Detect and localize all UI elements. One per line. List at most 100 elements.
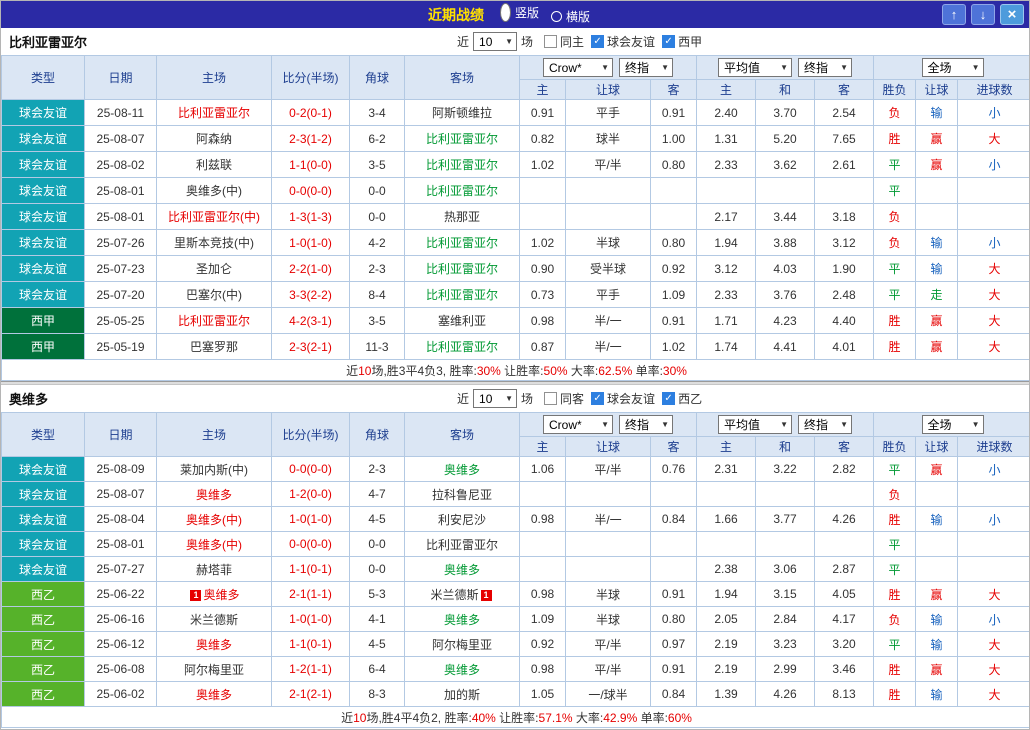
handicap-result-cell (916, 204, 958, 230)
team-name-text: 拉科鲁尼亚 (432, 488, 492, 502)
score-cell: 1-1(0-0) (272, 152, 350, 178)
euro-stage-select[interactable]: 终指▼ (798, 415, 852, 434)
column-header: 主场 (157, 413, 272, 457)
date-cell: 25-07-23 (85, 256, 157, 282)
league-type-cell: 西乙 (2, 632, 85, 657)
league-type-cell: 球会友谊 (2, 100, 85, 126)
result-cell: 平 (874, 178, 916, 204)
team-name-text: 米兰德斯 (190, 613, 238, 627)
checkbox-icon[interactable]: ✓ (662, 35, 675, 48)
chevron-down-icon: ▼ (840, 63, 848, 72)
asia-away-odds-cell: 1.00 (651, 126, 697, 152)
asia-handicap-cell (566, 557, 651, 582)
team-name-text: 奥维多 (444, 563, 480, 577)
date-cell: 25-06-08 (85, 657, 157, 682)
view-mode-radio-vertical[interactable]: 竖版 (500, 3, 539, 22)
recent-count-select[interactable]: 10▼ (473, 32, 517, 51)
checkbox-icon[interactable]: ✓ (591, 35, 604, 48)
euro-home-odds-cell: 2.40 (697, 100, 756, 126)
asia-handicap-cell: 一/球半 (566, 682, 651, 707)
asia-handicap-cell: 平手 (566, 100, 651, 126)
home-team-cell: 利兹联 (157, 152, 272, 178)
summary-segment: 让胜率: (501, 364, 544, 378)
summary-segment: 30% (663, 364, 687, 378)
filter-checkbox-league[interactable]: ✓西甲 (662, 33, 702, 50)
checkbox-icon[interactable] (544, 35, 557, 48)
scope-select[interactable]: 全场▼ (922, 415, 984, 434)
recent-count-select-value: 10 (479, 35, 492, 49)
euro-company-select[interactable]: 平均值▼ (718, 415, 792, 434)
team-name-text: 利兹联 (196, 158, 232, 172)
team-name-text: 米兰德斯 (430, 588, 478, 602)
scope-select[interactable]: 全场▼ (922, 58, 984, 77)
results-table: 类型日期主场比分(半场)角球客场Crow*▼终指▼平均值▼终指▼全场▼主让球客主… (1, 412, 1030, 728)
filter-checkbox-club-friendly[interactable]: ✓球会友谊 (591, 33, 655, 50)
team-name-text: 奥维多 (196, 638, 232, 652)
league-type-cell: 西甲 (2, 334, 85, 360)
asia-home-odds-cell: 0.73 (520, 282, 566, 308)
home-team-cell: 奥维多(中) (157, 507, 272, 532)
checkbox-icon[interactable] (544, 392, 557, 405)
asia-company-select-value: Crow* (549, 418, 582, 432)
games-label: 场 (521, 390, 533, 407)
filter-checkbox-league[interactable]: ✓西乙 (662, 390, 702, 407)
result-cell: 负 (874, 482, 916, 507)
goals-result-cell: 小 (958, 457, 1030, 482)
summary-segment: 单率: (637, 711, 668, 725)
euro-home-odds-cell: 2.33 (697, 282, 756, 308)
sub-column-header: 胜负 (874, 80, 916, 100)
sub-column-header: 和 (756, 80, 815, 100)
filter-checkbox-club-friendly[interactable]: ✓球会友谊 (591, 390, 655, 407)
filter-bar: 近10▼场同主✓球会友谊✓西甲 (453, 28, 702, 55)
table-row: 球会友谊25-08-01奥维多(中)0-0(0-0)0-0比利亚雷亚尔平 (2, 178, 1030, 204)
recent-results-panel: 近期战绩 竖版横版 ↑ ↓ × 比利亚雷亚尔近10▼场同主✓球会友谊✓西甲类型日… (0, 0, 1030, 730)
asia-stage-select[interactable]: 终指▼ (619, 58, 673, 77)
goals-result-cell: 大 (958, 632, 1030, 657)
asia-company-select[interactable]: Crow*▼ (543, 58, 613, 77)
euro-draw-odds-cell (756, 532, 815, 557)
asia-stage-select[interactable]: 终指▼ (619, 415, 673, 434)
home-team-cell: 阿森纳 (157, 126, 272, 152)
sub-column-header: 进球数 (958, 437, 1030, 457)
asia-stage-select-value: 终指 (625, 59, 649, 76)
filter-checkbox-same-away[interactable]: 同客 (544, 390, 584, 407)
table-row: 球会友谊25-08-09莱加内斯(中)0-0(0-0)2-3奥维多1.06平/半… (2, 457, 1030, 482)
asia-away-odds-cell: 0.76 (651, 457, 697, 482)
date-cell: 25-06-22 (85, 582, 157, 607)
filter-checkbox-same-home[interactable]: 同主 (544, 33, 584, 50)
close-button[interactable]: × (1000, 4, 1024, 25)
euro-company-select-value: 平均值 (724, 416, 760, 433)
asia-home-odds-cell: 1.02 (520, 230, 566, 256)
euro-odds-selects: 平均值▼ 终指▼ (697, 413, 874, 437)
goals-result-cell: 小 (958, 507, 1030, 532)
scroll-up-button[interactable]: ↑ (942, 4, 966, 25)
asia-handicap-cell: 受半球 (566, 256, 651, 282)
asia-handicap-cell: 半/一 (566, 334, 651, 360)
asia-away-odds-cell: 0.84 (651, 682, 697, 707)
result-cell: 胜 (874, 334, 916, 360)
result-cell: 平 (874, 282, 916, 308)
euro-draw-odds-cell: 3.06 (756, 557, 815, 582)
scroll-down-button[interactable]: ↓ (971, 4, 995, 25)
euro-company-select[interactable]: 平均值▼ (718, 58, 792, 77)
league-type-cell: 球会友谊 (2, 282, 85, 308)
away-team-cell: 比利亚雷亚尔 (405, 126, 520, 152)
away-team-cell: 拉科鲁尼亚 (405, 482, 520, 507)
team-name-text: 莱加内斯(中) (180, 463, 248, 477)
checkbox-icon[interactable]: ✓ (591, 392, 604, 405)
goals-result-cell (958, 482, 1030, 507)
euro-away-odds-cell: 4.40 (815, 308, 874, 334)
asia-company-select[interactable]: Crow*▼ (543, 415, 613, 434)
corners-cell: 8-3 (350, 682, 405, 707)
checkbox-icon[interactable]: ✓ (662, 392, 675, 405)
team-name-text: 比利亚雷亚尔 (426, 158, 498, 172)
handicap-result-cell: 输 (916, 230, 958, 256)
view-mode-radio-horizontal[interactable]: 横版 (551, 8, 590, 25)
team-section: 比利亚雷亚尔近10▼场同主✓球会友谊✓西甲类型日期主场比分(半场)角球客场Cro… (1, 28, 1029, 381)
asia-home-odds-cell: 1.09 (520, 607, 566, 632)
euro-away-odds-cell: 3.46 (815, 657, 874, 682)
recent-count-select[interactable]: 10▼ (473, 389, 517, 408)
scope-select-cell: 全场▼ (874, 56, 1030, 80)
euro-home-odds-cell (697, 178, 756, 204)
euro-stage-select[interactable]: 终指▼ (798, 58, 852, 77)
